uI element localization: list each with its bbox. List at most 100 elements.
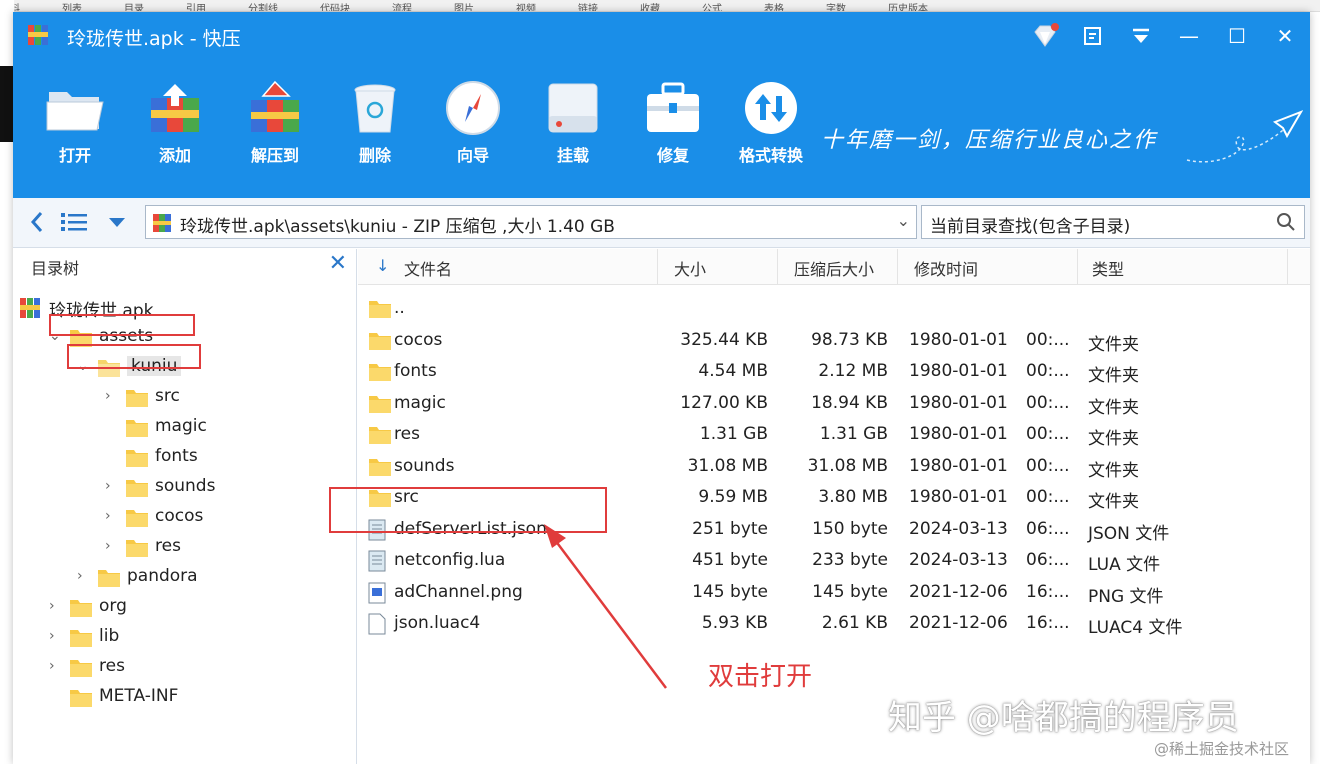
tree-expand-chevron-icon[interactable]: › — [105, 478, 119, 494]
add-label: 添加 — [158, 146, 191, 165]
wizard-button[interactable]: 向导 — [433, 80, 513, 166]
file-packed-size: 98.73 KB — [811, 329, 888, 350]
folder-icon — [369, 458, 391, 476]
background-strip-label: 引用 — [186, 4, 206, 12]
file-row[interactable]: res 1.31 GB 1.31 GB 1980-01-01 00:... 文件夹 — [358, 420, 1298, 451]
file-size: 127.00 KB — [680, 392, 768, 413]
path-dropdown-chevron-icon[interactable]: ⌄ — [897, 211, 910, 230]
background-strip-label: 代码块 — [320, 4, 350, 12]
column-header-modified[interactable]: 修改时间 — [898, 249, 1078, 285]
tree-folder-icon-wrap — [19, 297, 41, 324]
file-date: 2021-12-06 — [909, 581, 1008, 602]
tree-item-label: cocos — [155, 506, 204, 526]
tree-folder-icon-wrap — [69, 627, 93, 654]
path-input[interactable]: 玲珑传世.apk\assets\kuniu - ZIP 压缩包 ,大小 1.40… — [145, 205, 917, 239]
tree-item-label: src — [155, 386, 180, 406]
delete-button[interactable]: 删除 — [335, 80, 415, 166]
background-strip-label: 目录 — [124, 4, 144, 12]
extract-to-button[interactable]: 解压到 — [235, 80, 315, 166]
column-header-name[interactable]: ↓ 文件名 — [358, 249, 658, 285]
format-convert-button[interactable]: 格式转换 — [731, 80, 811, 166]
tree-expand-chevron-icon[interactable]: › — [49, 598, 63, 614]
zhihu-watermark: 知乎 @啥都搞的程序员 — [888, 698, 1239, 738]
file-row[interactable]: sounds 31.08 MB 31.08 MB 1980-01-01 00:... 文件… — [358, 452, 1298, 483]
slogan-text: 十年磨一剑，压缩行业良心之作 — [821, 128, 1158, 153]
file-row[interactable]: magic 127.00 KB 18.94 KB 1980-01-01 00:... 文件… — [358, 389, 1298, 420]
tree-folder-icon-wrap — [97, 567, 121, 594]
file-type: 文件夹 — [1088, 429, 1139, 449]
tree-item-label: META-INF — [99, 686, 179, 706]
file-date: 2021-12-06 — [909, 613, 1008, 633]
background-strip-label: 收藏 — [640, 4, 660, 12]
search-input[interactable]: 当前目录查找(包含子目录) — [921, 205, 1305, 239]
file-row[interactable]: cocos 325.44 KB 98.73 KB 1980-01-01 00:... 文件… — [358, 326, 1298, 357]
menu-icon — [1133, 28, 1149, 43]
file-row[interactable]: adChannel.png 145 byte 145 byte 2021-12-06 1… — [358, 578, 1298, 609]
maximize-button[interactable]: ☐ — [1223, 22, 1251, 50]
file-icon-wrap — [368, 361, 392, 388]
tree-expand-chevron-icon[interactable]: › — [105, 508, 119, 524]
file-packed-size: 31.08 MB — [807, 455, 888, 476]
recycle-bin-icon — [354, 84, 396, 133]
tree-expand-chevron-icon[interactable]: › — [77, 568, 91, 584]
open-button[interactable]: 打开 — [35, 80, 115, 166]
folder-icon — [70, 660, 92, 677]
file-packed-size: 18.94 KB — [811, 392, 888, 413]
main-menu-button[interactable] — [1127, 22, 1155, 50]
column-modified-label: 修改时间 — [914, 260, 979, 279]
file-time: 06:... — [1026, 518, 1070, 539]
main-toolbar: 打开 添加 解压到 删除 向导 挂载 修复 格式转换 十年磨一剑，压缩行业良心之… — [13, 60, 1310, 198]
search-icon[interactable] — [1276, 212, 1296, 232]
search-placeholder: 当前目录查找(包含子目录) — [930, 217, 1131, 237]
tree-expand-chevron-icon[interactable]: › — [105, 538, 119, 554]
add-button[interactable]: 添加 — [135, 80, 215, 166]
minimize-button[interactable]: — — [1175, 22, 1203, 50]
vip-diamond-button[interactable] — [1031, 22, 1059, 50]
sort-arrow-icon: ↓ — [376, 256, 390, 275]
tree-expand-chevron-icon[interactable]: › — [105, 388, 119, 404]
drive-icon — [548, 83, 598, 133]
folder-icon — [70, 690, 92, 707]
open-label: 打开 — [58, 146, 91, 165]
tree-expand-chevron-icon[interactable]: › — [49, 658, 63, 674]
tree-item-label: res — [99, 656, 125, 676]
file-type: LUAC4 文件 — [1088, 618, 1183, 638]
file-date: 2024-03-13 — [909, 550, 1008, 570]
file-time: 00:... — [1026, 361, 1070, 381]
file-row[interactable]: .. — [358, 294, 1298, 325]
feedback-button[interactable] — [1079, 22, 1107, 50]
tree-folder-icon-wrap — [69, 687, 93, 714]
view-list-button[interactable] — [59, 210, 89, 240]
tree-folder-icon-wrap — [69, 597, 93, 624]
tree-expand-chevron-icon[interactable]: › — [49, 628, 63, 644]
file-row[interactable]: netconfig.lua 451 byte 233 byte 2024-03-13 0… — [358, 546, 1298, 577]
tree-close-icon[interactable]: ✕ — [329, 251, 347, 276]
file-type: PNG 文件 — [1088, 586, 1164, 607]
folder-icon — [369, 332, 391, 350]
file-size: 4.54 MB — [698, 361, 768, 381]
folder-open-icon — [46, 92, 104, 131]
mount-label: 挂载 — [556, 146, 589, 165]
back-button[interactable] — [29, 210, 45, 240]
file-type: 文件夹 — [1088, 397, 1139, 418]
file-row[interactable]: json.luac4 5.93 KB 2.61 KB 2021-12-06 16:...… — [358, 609, 1298, 640]
column-header-packed[interactable]: 压缩后大小 — [778, 249, 898, 285]
view-dropdown-button[interactable] — [107, 210, 127, 240]
delete-label: 删除 — [358, 146, 391, 165]
close-button[interactable]: ✕ — [1271, 22, 1299, 50]
tree-folder-icon-wrap — [125, 537, 149, 564]
mount-button[interactable]: 挂载 — [533, 80, 613, 166]
folder-icon — [369, 395, 391, 413]
column-header-size[interactable]: 大小 — [658, 249, 778, 285]
repair-button[interactable]: 修复 — [633, 80, 713, 166]
file-icon-wrap — [368, 456, 392, 483]
folder-icon — [369, 427, 391, 444]
annotation-arrow-icon — [544, 524, 667, 689]
column-header-type[interactable]: 类型 — [1078, 249, 1288, 285]
file-row[interactable]: fonts 4.54 MB 2.12 MB 1980-01-01 00:... 文件夹 — [358, 357, 1298, 388]
file-list-header: ↓ 文件名 大小 压缩后大小 修改时间 类型 — [358, 249, 1310, 285]
folder-icon — [70, 630, 92, 647]
tree-item-label: org — [99, 596, 127, 616]
background-strip-label: 历史版本 — [888, 4, 928, 12]
title-bar: 玲珑传世.apk - 快压 — ☐ ✕ — [13, 12, 1310, 60]
